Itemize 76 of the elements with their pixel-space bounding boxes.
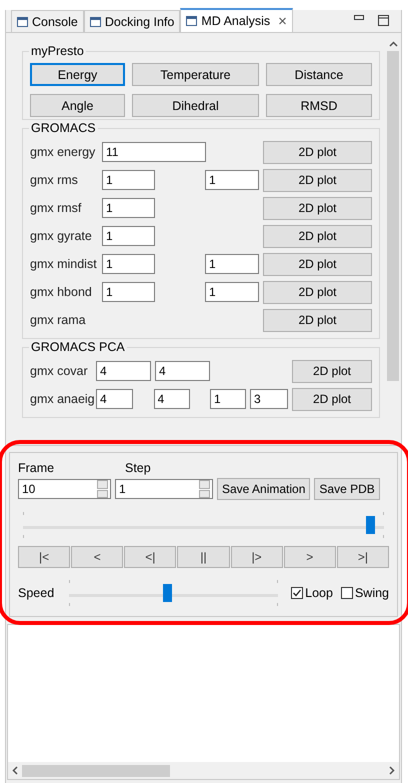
input-field[interactable]: 3 [250, 389, 288, 409]
row-label: gmx mindist [30, 257, 98, 271]
save-button[interactable]: Save Animation [217, 478, 310, 500]
row-label: gmx rms [30, 173, 79, 187]
row-label: gmx covar [30, 364, 89, 378]
analysis-button[interactable]: Energy [30, 63, 125, 86]
row-label: gmx hbond [30, 285, 93, 299]
row-label: gmx rmsf [30, 201, 82, 215]
playback-button[interactable]: >| [336, 546, 389, 568]
input-field[interactable]: 1 [102, 198, 155, 218]
analysis-button[interactable]: RMSD [266, 94, 372, 117]
playback-button[interactable]: |> [230, 546, 283, 568]
tab[interactable]: Docking Info [84, 10, 180, 32]
minimize-icon[interactable] [354, 15, 364, 21]
tab-label: Docking Info [104, 14, 174, 28]
plot-button[interactable]: 2D plot [263, 308, 372, 332]
slider-thumb[interactable] [163, 584, 172, 602]
plot-button[interactable]: 2D plot [292, 360, 372, 382]
slider-thumb[interactable] [366, 516, 375, 534]
playback-button[interactable]: || [177, 546, 230, 568]
input-field[interactable]: 4 [154, 389, 190, 409]
plot-button[interactable]: 2D plot [263, 224, 372, 248]
input-field[interactable]: 1 [210, 389, 246, 409]
input-field[interactable]: 1 [102, 254, 155, 274]
tab[interactable]: Console [11, 10, 84, 32]
checkbox-label: Swing [354, 586, 389, 600]
input-field[interactable]: 1 [102, 282, 155, 302]
horizontal-scrollbar[interactable] [8, 762, 399, 779]
plot-button[interactable]: 2D plot [263, 252, 372, 276]
speed-label: Speed [18, 586, 54, 600]
input-field[interactable]: 1 [102, 226, 155, 246]
scroll-up-icon[interactable] [388, 41, 398, 47]
plot-button[interactable]: 2D plot [263, 196, 372, 220]
maximize-icon[interactable] [378, 15, 389, 26]
scroll-right-icon[interactable] [389, 766, 395, 775]
tab-label: MD Analysis [201, 14, 270, 28]
checkbox[interactable] [340, 587, 353, 599]
group-title: GROMACS [29, 121, 98, 135]
playback-button[interactable]: |< [18, 546, 70, 568]
checkbox-label: Loop [305, 586, 333, 600]
input-field[interactable]: 4 [155, 361, 210, 381]
save-button[interactable]: Save PDB [314, 478, 380, 500]
close-button[interactable]: × [278, 12, 287, 30]
checkbox[interactable] [291, 587, 304, 599]
plot-button[interactable]: 2D plot [263, 140, 372, 164]
analysis-button[interactable]: Dihedral [132, 94, 259, 117]
view-icon [17, 16, 28, 26]
frame-label: Frame [18, 461, 56, 475]
step-label: Step [125, 461, 151, 475]
group-title: myPresto [29, 44, 86, 58]
plot-button[interactable]: 2D plot [292, 388, 372, 410]
row-label: gmx rama [30, 313, 87, 327]
row-label: gmx gyrate [30, 229, 93, 243]
view-icon [186, 16, 198, 26]
input-field[interactable]: 1 [102, 170, 155, 190]
playback-button[interactable]: < [71, 546, 124, 568]
row-label: gmx anaeig [30, 392, 92, 406]
plot-button[interactable]: 2D plot [263, 280, 372, 304]
input-field[interactable]: 4 [96, 389, 133, 409]
analysis-button[interactable]: Distance [266, 63, 372, 86]
input-field[interactable]: 1 [205, 170, 259, 190]
input-field[interactable]: 4 [96, 361, 151, 381]
plot-button[interactable]: 2D plot [263, 168, 372, 192]
input-field[interactable]: 1 [205, 254, 259, 274]
playback-button[interactable]: <| [124, 546, 176, 568]
analysis-button[interactable]: Angle [30, 94, 125, 117]
row-label: gmx energy [30, 145, 96, 159]
view-icon [90, 16, 101, 26]
input-field[interactable]: 1 [205, 282, 259, 302]
scroll-left-icon[interactable] [12, 766, 18, 775]
group-title: GROMACS PCA [29, 340, 127, 354]
analysis-button[interactable]: Temperature [132, 63, 259, 86]
tab-label: Console [32, 14, 78, 28]
playback-button[interactable]: > [284, 546, 336, 568]
input-field[interactable]: 11 [102, 142, 206, 162]
tab[interactable]: MD Analysis × [180, 8, 293, 32]
